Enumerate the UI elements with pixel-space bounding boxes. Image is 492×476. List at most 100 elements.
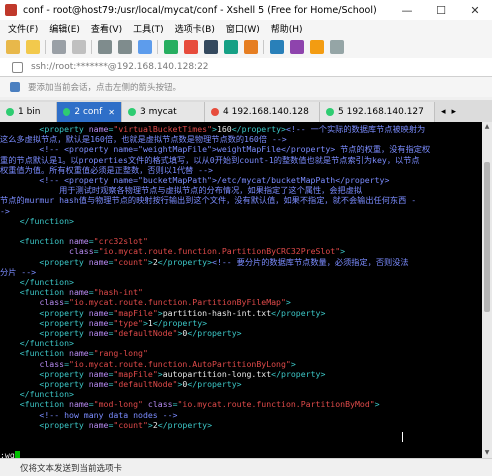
terminal-token: "crc32slot" — [93, 236, 148, 247]
keyboard-icon[interactable] — [270, 40, 284, 54]
terminal-token: "virtualBucketTimes" — [113, 124, 212, 134]
menu-help[interactable]: 帮助(H) — [271, 22, 303, 35]
terminal-scrollbar[interactable]: ▲ ▼ — [482, 122, 492, 458]
terminal-token: "defaultNode" — [113, 328, 178, 338]
open-folder-icon[interactable] — [26, 40, 40, 54]
address-bar[interactable]: ssh://root:*******@192.168.140.128:22 — [0, 58, 492, 77]
tab-scroll-left-icon[interactable]: ◂ — [441, 107, 446, 117]
terminal-line: <!-- how many data nodes --> — [0, 410, 177, 420]
menu-tabs[interactable]: 选项卡(B) — [175, 22, 215, 35]
minimize-button[interactable]: — — [390, 0, 424, 20]
tab-conf[interactable]: 2 conf ✕ — [57, 102, 122, 122]
terminal-token: autopartition-long.txt — [162, 368, 272, 379]
globe-icon[interactable] — [164, 40, 178, 54]
terminal-token: name — [88, 419, 109, 430]
terminal-token: <function — [0, 348, 70, 359]
status-dot-icon — [326, 108, 334, 116]
terminal-token: <property — [0, 256, 89, 267]
status-text: 仅将文本发送到当前选项卡 — [20, 463, 123, 474]
tab-bin[interactable]: 1 bin — [0, 102, 57, 122]
terminal-token: </property> — [231, 124, 286, 134]
copy-icon[interactable] — [98, 40, 112, 54]
terminal-line: <function name="crc32slot" — [0, 236, 148, 246]
tab-host-128[interactable]: 4 192.168.140.128 — [205, 102, 320, 122]
terminal-token: name — [88, 124, 109, 134]
terminal-line: <property name="mapFile">autopartition-l… — [0, 369, 325, 379]
terminal-token: </property> — [187, 379, 242, 389]
font-icon[interactable] — [204, 40, 218, 54]
tab-mycat[interactable]: 3 mycat — [122, 102, 205, 122]
mouse-ibeam-cursor — [402, 432, 405, 442]
toolbar-separator — [45, 40, 46, 54]
toolbar — [0, 36, 492, 59]
terminal-token: "mapFile" — [113, 307, 158, 318]
fullscreen-icon[interactable] — [224, 40, 238, 54]
scroll-thumb[interactable] — [484, 162, 490, 312]
terminal-token: "mod-long" — [93, 399, 143, 410]
maximize-button[interactable]: ☐ — [424, 0, 458, 20]
script-icon[interactable] — [290, 40, 304, 54]
terminal-line: <function name="rang-long" — [0, 348, 148, 358]
tab-nav[interactable]: ◂ ▸ — [435, 102, 477, 122]
terminal-token: name — [69, 287, 89, 298]
color-scheme-icon[interactable] — [184, 40, 198, 54]
terminal-token: "io.mycat.route.function.PartitionByFile… — [69, 297, 286, 308]
terminal-token: <function — [0, 236, 70, 247]
terminal-token: name — [88, 368, 109, 379]
window-title: conf - root@host79:/usr/local/mycat/conf… — [23, 4, 377, 16]
close-tab-icon[interactable]: ✕ — [108, 108, 115, 117]
menu-window[interactable]: 窗口(W) — [226, 22, 260, 35]
tab-scroll-right-icon[interactable]: ▸ — [452, 107, 457, 117]
terminal-token: </function> — [0, 215, 74, 226]
menu-file[interactable]: 文件(F) — [8, 22, 38, 35]
terminal-token: <property — [0, 419, 89, 430]
terminal-line: </function> — [0, 216, 74, 226]
help-icon[interactable] — [330, 40, 344, 54]
tab-host-127[interactable]: 5 192.168.140.127 — [320, 102, 435, 122]
search-icon[interactable] — [138, 40, 152, 54]
terminal-line: 节点的murmur hash值与物理节点的映射按行输出到这个文件，没有默认值，如… — [0, 195, 416, 205]
paste-icon[interactable] — [118, 40, 132, 54]
terminal-token: "hash-int" — [93, 287, 143, 298]
terminal-token: "defaultNode" — [113, 379, 178, 389]
disconnect-icon[interactable] — [52, 40, 66, 54]
terminal-token: 这么多虚拟节点，默认是160倍，也就是虚拟节点数是物理节点数的160倍 --> — [0, 134, 287, 145]
menu-tools[interactable]: 工具(T) — [133, 22, 164, 35]
transfer-icon[interactable] — [310, 40, 324, 54]
scroll-up-icon[interactable]: ▲ — [483, 123, 491, 131]
terminal-token: > — [285, 297, 291, 308]
terminal-token: > — [290, 358, 296, 369]
close-button[interactable]: ✕ — [458, 0, 492, 20]
menu-edit[interactable]: 编辑(E) — [49, 22, 80, 35]
tab-label: 4 192.168.140.128 — [223, 107, 309, 117]
terminal-token: </function> — [0, 338, 74, 349]
terminal-token: "count" — [113, 256, 148, 267]
terminal-token: > — [374, 399, 380, 410]
terminal-output[interactable]: <property name="virtualBucketTimes">160<… — [0, 122, 482, 458]
terminal-token: "mapFile" — [113, 368, 158, 379]
terminal-token: </property> — [157, 419, 213, 430]
terminal-token: property — [44, 124, 89, 134]
terminal-line: 权重值为值。所有权重值必须是正整数，否则以1代替 --> — [0, 165, 213, 175]
terminal-line: class="io.mycat.route.function.Partition… — [0, 246, 345, 256]
reconnect-icon[interactable] — [72, 40, 86, 54]
terminal-line: <property name="count">2</property> — [0, 420, 212, 430]
lock-icon[interactable] — [244, 40, 258, 54]
terminal-token: 重的节点默认是1。以properties文件的格式填写，以从0开始到count-… — [0, 154, 420, 165]
terminal-token: class — [39, 297, 65, 308]
status-dot-icon — [63, 108, 71, 116]
terminal-token: 节点的murmur hash值与物理节点的映射按行输出到这个文件，没有默认值，如… — [0, 195, 417, 206]
menu-view[interactable]: 查看(V) — [91, 22, 122, 35]
terminal-token: <property — [0, 317, 89, 328]
terminal-token: partition-hash-int.txt — [162, 307, 272, 318]
terminal-token: name — [88, 317, 109, 328]
terminal-token: </property> — [157, 256, 213, 267]
terminal-token: -> — [0, 205, 10, 216]
new-session-icon[interactable] — [6, 40, 20, 54]
window-controls: — ☐ ✕ — [390, 0, 492, 20]
terminal-line: <function name="hash-int" — [0, 287, 143, 297]
terminal-token: :wq — [0, 450, 15, 458]
scroll-down-icon[interactable]: ▼ — [483, 449, 491, 457]
terminal-line: class="io.mycat.route.function.Partition… — [0, 297, 291, 308]
terminal-token: </function> — [0, 389, 74, 400]
